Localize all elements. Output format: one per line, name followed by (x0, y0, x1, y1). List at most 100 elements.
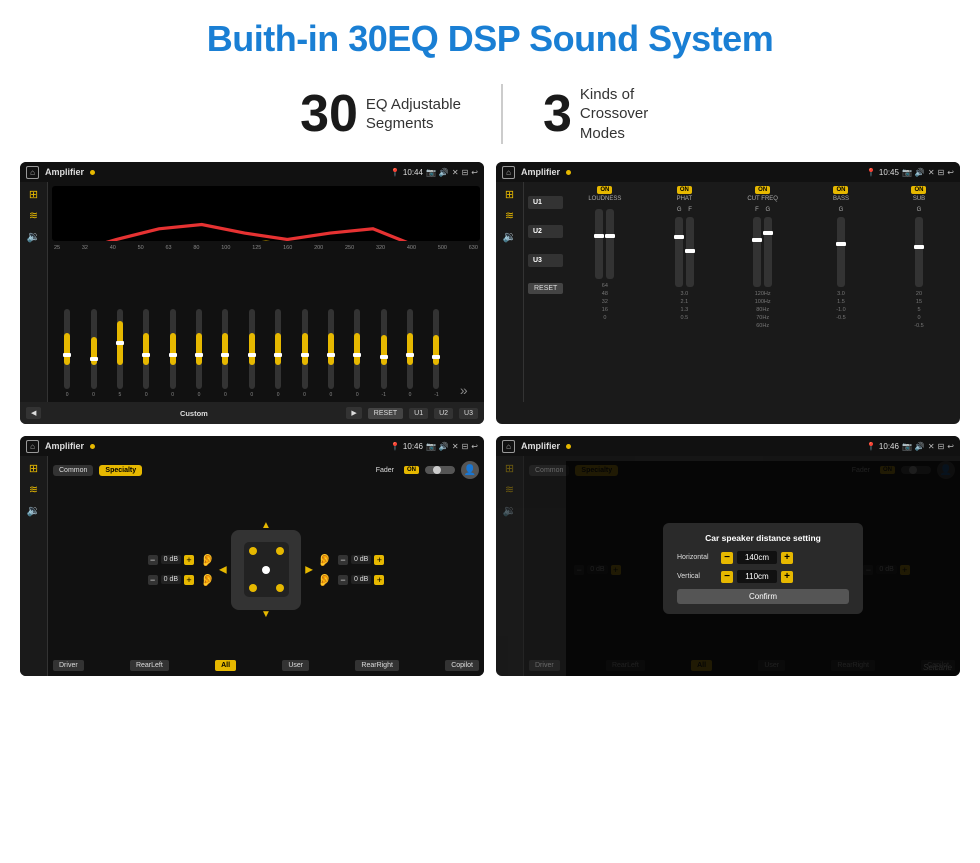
slider-10[interactable]: 0 (302, 309, 308, 398)
close-icon[interactable]: ✕ (452, 168, 459, 177)
fader-slider[interactable] (425, 466, 455, 474)
copilot-btn[interactable]: Copilot (445, 660, 479, 671)
u3-btn[interactable]: U3 (528, 254, 563, 267)
dialog-vertical-minus[interactable]: − (721, 571, 733, 583)
user-btn[interactable]: User (282, 660, 309, 671)
db-plus-tr[interactable]: + (374, 555, 384, 565)
eq-u3-btn[interactable]: U3 (459, 408, 478, 419)
slider-8[interactable]: 0 (249, 309, 255, 398)
slider-3[interactable]: 5 (117, 309, 123, 398)
dialog-vertical-plus[interactable]: + (781, 571, 793, 583)
up-arrow[interactable]: ▲ (261, 520, 271, 531)
eq-icon-2[interactable]: ⊞ (505, 188, 514, 201)
crossover-reset[interactable]: RESET (528, 283, 563, 294)
u2-btn[interactable]: U2 (528, 225, 563, 238)
eq-icon[interactable]: ⊞ (29, 188, 38, 201)
wave-icon[interactable]: ≋ (29, 209, 38, 222)
eq-next-btn[interactable]: ▶ (346, 407, 361, 419)
db-minus-tr[interactable]: − (338, 555, 348, 565)
phat-on[interactable]: ON (677, 186, 692, 194)
slider-15[interactable]: -1 (433, 309, 439, 398)
camera-icon-3: 📷 (426, 442, 436, 451)
right-arrow[interactable]: ▶ (305, 564, 313, 575)
slider-1[interactable]: 0 (64, 309, 70, 398)
home-icon-2[interactable]: ⌂ (502, 166, 515, 179)
phat-slider-g[interactable] (675, 217, 683, 287)
home-icon-4[interactable]: ⌂ (502, 440, 515, 453)
bass-on[interactable]: ON (833, 186, 848, 194)
all-btn[interactable]: All (215, 660, 236, 671)
vol-icon-3[interactable]: 🔉 (27, 504, 41, 517)
vol-down-icon[interactable]: 🔉 (27, 230, 41, 243)
eq-icon-3[interactable]: ⊞ (29, 462, 38, 475)
slider-chevron[interactable]: » (460, 382, 468, 398)
speaker-top-bar: Common Specialty Fader ON 👤 (53, 461, 479, 479)
eq-u1-btn[interactable]: U1 (409, 408, 428, 419)
cutfreq-on[interactable]: ON (755, 186, 770, 194)
db-minus-bl[interactable]: − (148, 575, 158, 585)
db-minus-tl[interactable]: − (148, 555, 158, 565)
wave-icon-3[interactable]: ≋ (29, 483, 38, 496)
u1-btn[interactable]: U1 (528, 196, 563, 209)
slider-5[interactable]: 0 (170, 309, 176, 398)
sub-col: ON SUB G 20 15 5 0 -0.5 (904, 186, 934, 398)
close-icon-4[interactable]: ✕ (928, 442, 935, 451)
wave-icon-2[interactable]: ≋ (505, 209, 514, 222)
slider-14[interactable]: 0 (407, 309, 413, 398)
down-arrow[interactable]: ▼ (261, 609, 271, 620)
slider-12[interactable]: 0 (354, 309, 360, 398)
slider-6[interactable]: 0 (196, 309, 202, 398)
slider-4[interactable]: 0 (143, 309, 149, 398)
slider-7[interactable]: 0 (222, 309, 228, 398)
db-minus-br[interactable]: − (338, 575, 348, 585)
loudness-on[interactable]: ON (597, 186, 612, 194)
dialog-horizontal-minus[interactable]: − (721, 552, 733, 564)
slider-13[interactable]: -1 (381, 309, 387, 398)
tab-common[interactable]: Common (53, 465, 93, 476)
fader-on[interactable]: ON (404, 466, 419, 474)
back-icon[interactable]: ↩ (471, 168, 478, 177)
eq-u2-btn[interactable]: U2 (434, 408, 453, 419)
db-val-tr: 0 dB (351, 555, 371, 564)
dialog-horizontal-plus[interactable]: + (781, 552, 793, 564)
left-arrow[interactable]: ◀ (219, 564, 227, 575)
eq-reset-btn[interactable]: RESET (368, 408, 403, 419)
minimize-icon-3[interactable]: ⊟ (462, 442, 469, 451)
tab-specialty[interactable]: Specialty (99, 465, 142, 476)
phat-slider-f[interactable] (686, 217, 694, 287)
home-icon-3[interactable]: ⌂ (26, 440, 39, 453)
back-icon-4[interactable]: ↩ (947, 442, 954, 451)
stats-row: 30 EQ AdjustableSegments 3 Kinds ofCross… (0, 70, 980, 162)
loudness-slider-r[interactable] (606, 209, 614, 279)
db-plus-tl[interactable]: + (184, 555, 194, 565)
rear-right-btn[interactable]: RearRight (355, 660, 399, 671)
minimize-icon[interactable]: ⊟ (462, 168, 469, 177)
cutfreq-slider-g[interactable] (764, 217, 772, 287)
slider-2[interactable]: 0 (91, 309, 97, 398)
rear-left-btn[interactable]: RearLeft (130, 660, 169, 671)
eq-prev-btn[interactable]: ◀ (26, 407, 41, 419)
loudness-slider-l[interactable] (595, 209, 603, 279)
db-plus-br[interactable]: + (374, 575, 384, 585)
driver-btn[interactable]: Driver (53, 660, 84, 671)
minimize-icon-4[interactable]: ⊟ (938, 442, 945, 451)
close-icon-3[interactable]: ✕ (452, 442, 459, 451)
sub-slider[interactable] (915, 217, 923, 287)
home-icon[interactable]: ⌂ (26, 166, 39, 179)
cutfreq-slider-f[interactable] (753, 217, 761, 287)
avatar-icon: 👤 (461, 461, 479, 479)
bass-slider[interactable] (837, 217, 845, 287)
screen-eq-content: ⊞ ≋ 🔉 2532405063 80100125160200 25032040… (20, 182, 484, 402)
dialog-confirm-btn[interactable]: Confirm (677, 589, 849, 604)
slider-9[interactable]: 0 (275, 309, 281, 398)
db-plus-bl[interactable]: + (184, 575, 194, 585)
page-title: Buith-in 30EQ DSP Sound System (20, 18, 960, 60)
back-icon-2[interactable]: ↩ (947, 168, 954, 177)
vol-icon-2[interactable]: 🔉 (503, 230, 517, 243)
back-icon-3[interactable]: ↩ (471, 442, 478, 451)
screen-eq-sidebar: ⊞ ≋ 🔉 (20, 182, 48, 402)
sub-on[interactable]: ON (911, 186, 926, 194)
close-icon-2[interactable]: ✕ (928, 168, 935, 177)
slider-11[interactable]: 0 (328, 309, 334, 398)
minimize-icon-2[interactable]: ⊟ (938, 168, 945, 177)
